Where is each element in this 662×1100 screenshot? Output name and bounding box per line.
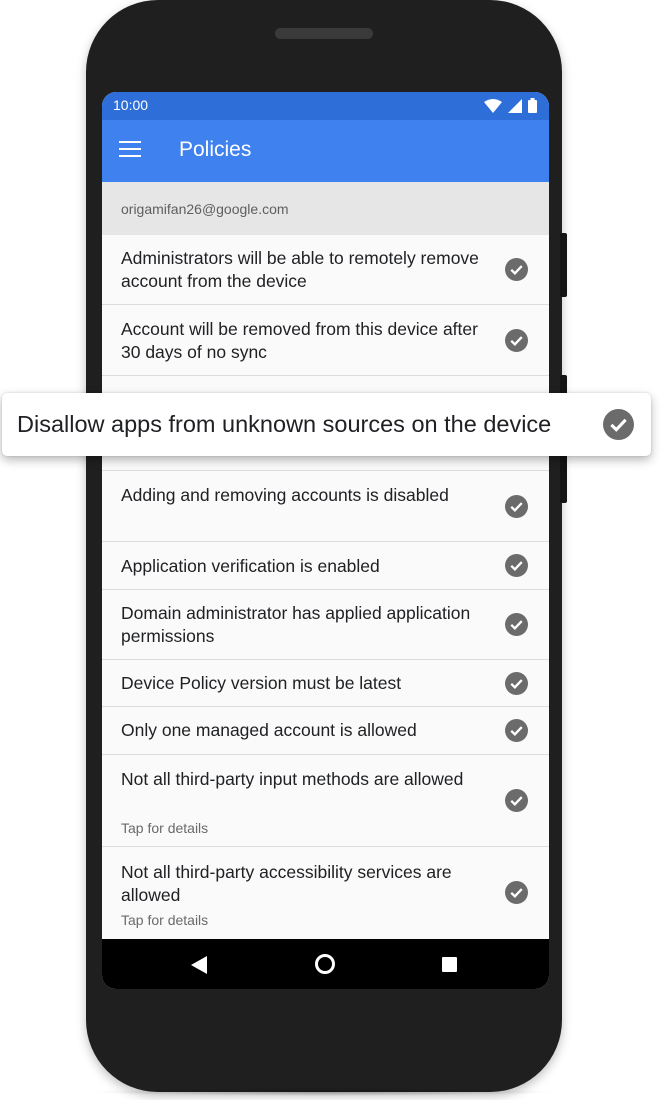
policy-row[interactable]: Only one managed account is allowed [102,707,549,755]
status-bar: 10:00 [102,92,549,120]
policy-row[interactable]: Application verification is enabled [102,542,549,590]
policy-row[interactable]: Account will be removed from this device… [102,305,549,376]
policy-row[interactable]: Not all third-party accessibility servic… [102,847,549,939]
phone-speaker [275,28,373,39]
policy-label: Only one managed account is allowed [121,720,417,740]
power-button [560,233,567,297]
policy-label: Domain administrator has applied applica… [121,603,471,646]
check-icon [505,329,528,352]
check-icon [505,719,528,742]
app-bar: Policies [102,120,549,182]
status-time: 10:00 [113,97,149,113]
battery-icon [528,98,537,113]
policy-row[interactable]: Administrators will be able to remotely … [102,235,549,305]
account-email: origamifan26@google.com [121,201,289,217]
check-icon [603,409,634,440]
check-icon [505,258,528,281]
back-icon[interactable] [191,956,207,974]
policy-sublabel: Tap for details [121,912,209,928]
phone-screen: 10:00 Policies origamifan26@google.com A… [102,92,549,989]
home-icon[interactable] [315,954,335,974]
check-icon [505,613,528,636]
check-icon [505,495,528,518]
highlighted-policy-card[interactable]: Disallow apps from unknown sources on th… [2,393,651,456]
policy-sublabel: Tap for details [121,820,209,836]
policy-label: Not all third-party input methods are al… [121,769,464,789]
check-icon [505,881,528,904]
check-icon [505,789,528,812]
policy-label: Not all third-party accessibility servic… [121,862,452,905]
page-title: Policies [179,138,252,161]
navigation-bar [102,939,549,989]
menu-icon[interactable] [119,141,141,159]
policy-row[interactable]: Not all third-party input methods are al… [102,755,549,847]
phone-shadow [88,1088,558,1096]
policy-label: Application verification is enabled [121,556,380,576]
policy-label: Account will be removed from this device… [121,319,478,362]
account-header: origamifan26@google.com [102,182,549,236]
policy-label: Adding and removing accounts is disabled [121,485,449,505]
check-icon [505,554,528,577]
highlighted-policy-label: Disallow apps from unknown sources on th… [17,411,552,437]
policy-row[interactable]: Adding and removing accounts is disabled [102,471,549,542]
check-icon [505,672,528,695]
wifi-icon [484,98,502,113]
policy-row[interactable]: Device Policy version must be latest [102,660,549,707]
recents-icon[interactable] [442,957,457,972]
policy-label: Administrators will be able to remotely … [121,248,479,291]
signal-icon [508,98,522,113]
policy-row[interactable]: Domain administrator has applied applica… [102,590,549,660]
policy-label: Device Policy version must be latest [121,673,402,693]
